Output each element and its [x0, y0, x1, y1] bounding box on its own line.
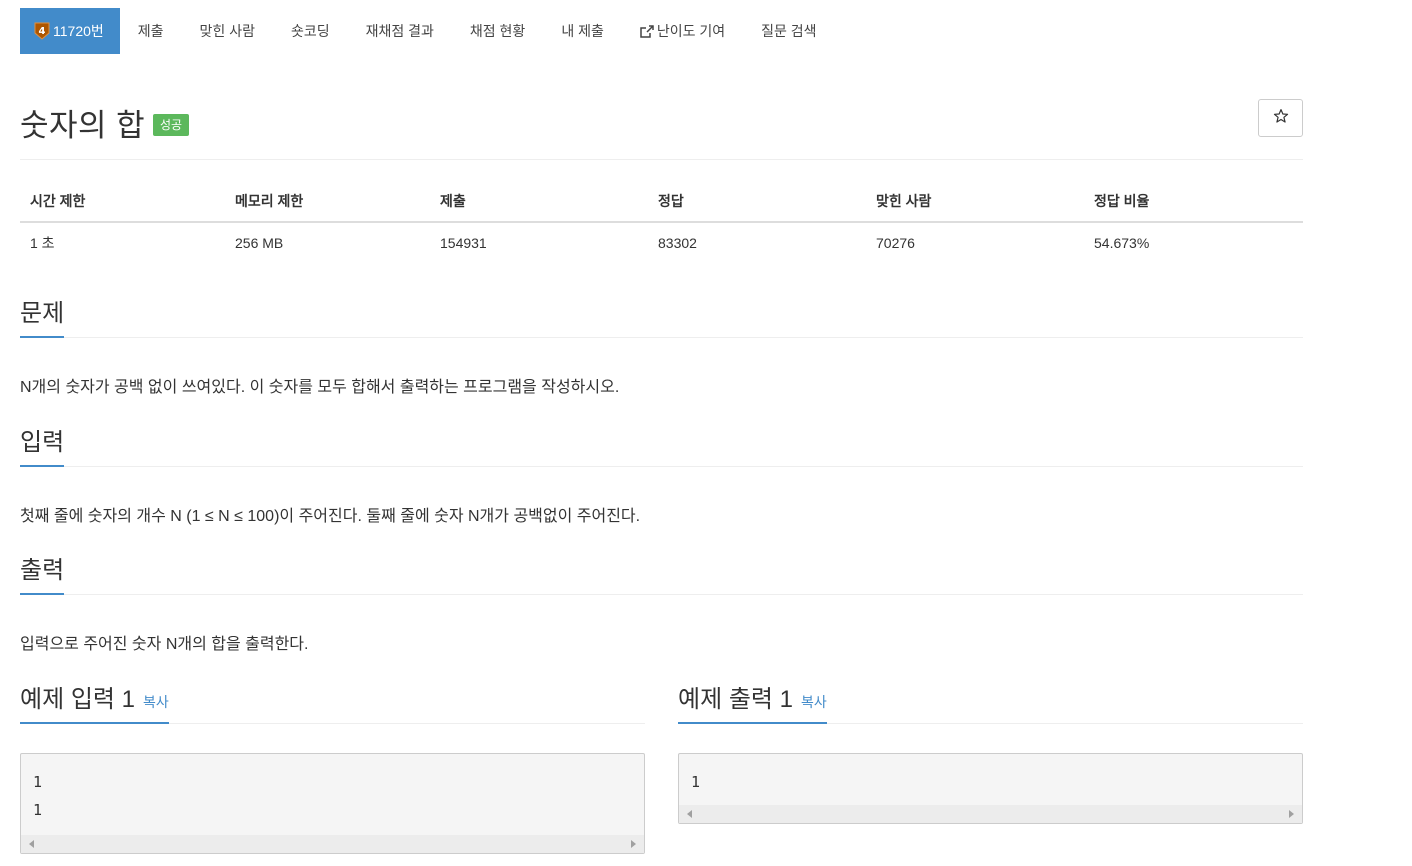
header-accept-ratio: 정답 비율	[1084, 183, 1303, 223]
tab-my-submissions[interactable]: 내 제출	[543, 8, 622, 54]
sample-input-title: 예제 입력 1	[20, 686, 136, 713]
favorite-button[interactable]	[1258, 99, 1303, 137]
title-row: 숫자의 합 성공	[20, 96, 1303, 160]
problem-info-table: 시간 제한 메모리 제한 제출 정답 맞힌 사람 정답 비율 1 초 256 M…	[20, 183, 1303, 263]
page-title: 숫자의 합	[20, 108, 146, 143]
value-accepted: 83302	[658, 235, 697, 251]
tab-solved-users[interactable]: 맞힌 사람	[182, 8, 273, 54]
value-time-limit: 1 초	[30, 235, 55, 251]
tab-label: 채점 현황	[469, 23, 526, 39]
tier-badge-icon: 4	[34, 22, 50, 40]
value-submissions: 154931	[440, 235, 487, 251]
tab-difficulty-contribution[interactable]: 난이도 기여	[622, 8, 743, 54]
value-memory-limit: 256 MB	[235, 235, 284, 251]
header-memory-limit: 메모리 제한	[225, 183, 430, 223]
external-link-icon	[640, 24, 654, 38]
header-solved-users: 맞힌 사람	[866, 183, 1084, 223]
tab-short-coding[interactable]: 숏코딩	[273, 8, 348, 54]
value-accept-ratio: 54.673%	[1094, 235, 1150, 251]
tab-label: 맞힌 사람	[199, 23, 255, 39]
tab-label: 질문 검색	[761, 23, 817, 39]
output-section-header: 출력	[20, 555, 1303, 595]
copy-sample-output-link[interactable]: 복사	[801, 694, 827, 710]
problem-nav: 4 11720번 제출 맞힌 사람 숏코딩 재채점 결과 채점 현황 내 제출 …	[20, 8, 835, 54]
scroll-left-icon[interactable]	[29, 840, 34, 848]
sample-output-content: 1	[691, 773, 701, 791]
tab-judge-status[interactable]: 채점 현황	[452, 8, 543, 54]
sample-output-box: 1	[678, 753, 1303, 824]
input-description: 첫째 줄에 숫자의 개수 N (1 ≤ N ≤ 100)이 주어진다. 둘째 줄…	[20, 508, 641, 525]
status-badge: 성공	[153, 114, 190, 136]
problem-heading: 문제	[20, 293, 65, 338]
problem-number: 11720번	[53, 23, 104, 39]
header-time-limit: 시간 제한	[20, 183, 225, 223]
tab-label: 내 제출	[561, 23, 604, 39]
tab-question-search[interactable]: 질문 검색	[743, 8, 834, 54]
problem-section-header: 문제	[20, 298, 1303, 338]
tab-label: 숏코딩	[290, 23, 330, 39]
tab-submit[interactable]: 제출	[120, 8, 182, 54]
header-submissions: 제출	[430, 183, 648, 223]
output-heading: 출력	[20, 550, 65, 595]
star-icon	[1273, 108, 1289, 129]
value-solved-users: 70276	[876, 235, 915, 251]
tab-rejudge-results[interactable]: 재채점 결과	[348, 8, 452, 54]
copy-sample-input-link[interactable]: 복사	[143, 694, 169, 710]
sample-input-box: 1 1	[20, 753, 645, 854]
table-row: 1 초 256 MB 154931 83302 70276 54.673%	[20, 222, 1303, 263]
scroll-left-icon[interactable]	[687, 810, 692, 818]
tab-label: 재채점 결과	[365, 23, 434, 39]
sample-output-title: 예제 출력 1	[678, 686, 794, 713]
input-section-header: 입력	[20, 427, 1303, 467]
header-accepted: 정답	[648, 183, 866, 223]
tier-level: 4	[39, 26, 46, 37]
horizontal-scrollbar[interactable]	[679, 805, 1302, 823]
tab-label: 난이도 기여	[656, 23, 726, 39]
scroll-right-icon[interactable]	[631, 840, 636, 848]
sample-input-header: 예제 입력 1 복사	[20, 684, 645, 724]
scroll-right-icon[interactable]	[1289, 810, 1294, 818]
horizontal-scrollbar[interactable]	[21, 835, 644, 853]
sample-output-header: 예제 출력 1 복사	[678, 684, 1303, 724]
problem-description: N개의 숫자가 공백 없이 쓰여있다. 이 숫자를 모두 합해서 출력하는 프로…	[20, 379, 620, 396]
tab-label: 제출	[137, 23, 164, 39]
tab-problem[interactable]: 4 11720번	[20, 8, 120, 54]
sample-input-content: 1 1	[33, 773, 43, 819]
output-description: 입력으로 주어진 숫자 N개의 합을 출력한다.	[20, 636, 309, 653]
sample-output-heading: 예제 출력 1 복사	[678, 679, 827, 724]
table-header-row: 시간 제한 메모리 제한 제출 정답 맞힌 사람 정답 비율	[20, 183, 1303, 223]
sample-input-heading: 예제 입력 1 복사	[20, 679, 169, 724]
input-heading: 입력	[20, 422, 65, 467]
